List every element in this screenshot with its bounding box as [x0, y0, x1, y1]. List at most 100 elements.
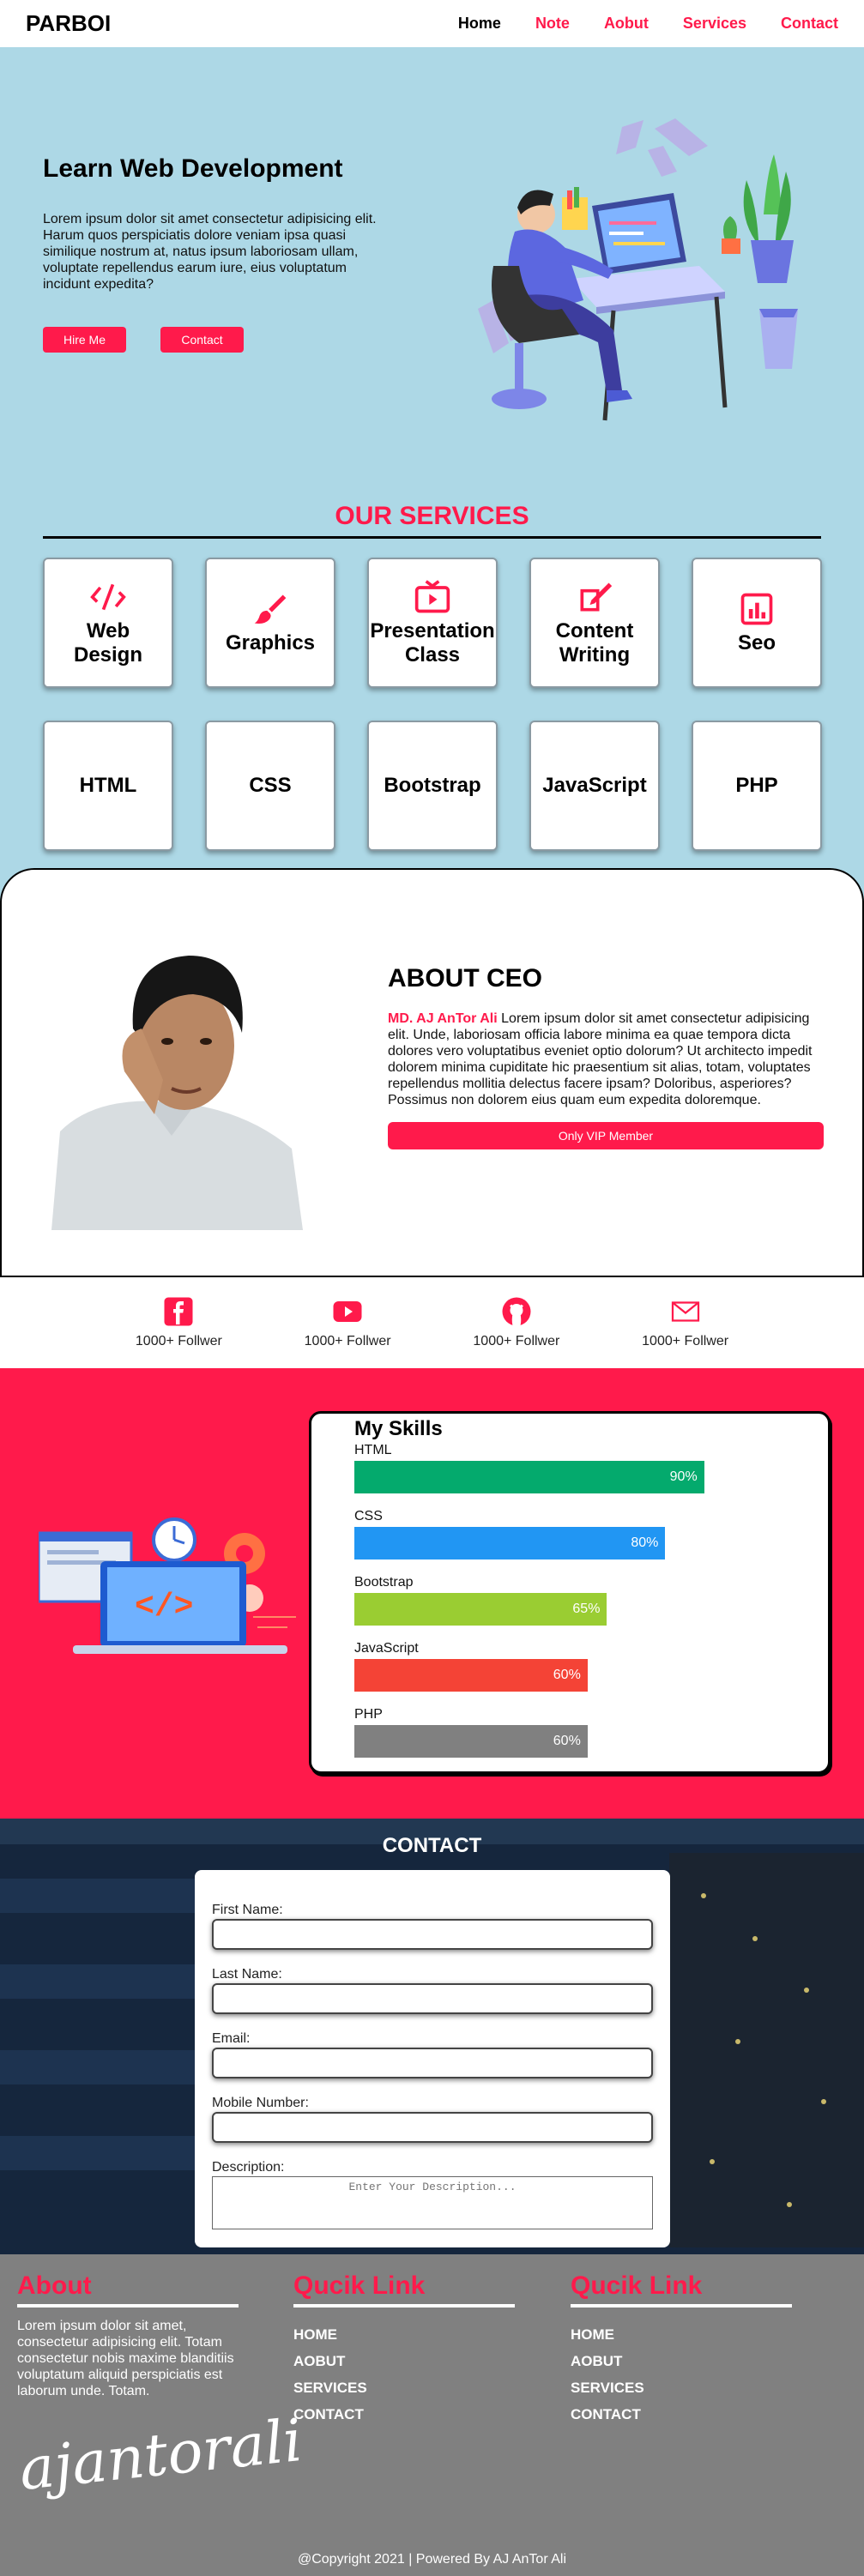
nav-services[interactable]: Services — [683, 15, 746, 33]
service-card-content-writing[interactable]: Content Writing — [529, 558, 660, 688]
skill-card-bootstrap[interactable]: Bootstrap — [367, 721, 498, 851]
first-name-group: First Name: — [212, 1903, 653, 1950]
mobile-label: Mobile Number: — [212, 2096, 309, 2110]
about-paragraph: MD. AJ AnTor Ali Lorem ipsum dolor sit a… — [388, 1010, 824, 1108]
about-title: ABOUT CEO — [388, 964, 542, 992]
service-card-presentation[interactable]: Presentation Class — [367, 558, 498, 688]
skills-panel: My Skills HTML 90% CSS 80% Bootstrap 65%… — [309, 1411, 831, 1774]
social-facebook[interactable]: 1000+ Follwer — [136, 1296, 222, 1349]
hero-title: Learn Web Development — [43, 154, 343, 183]
social-youtube[interactable]: 1000+ Follwer — [305, 1296, 391, 1349]
vip-member-button[interactable]: Only VIP Member — [388, 1122, 824, 1149]
service-label: Seo — [737, 631, 776, 655]
description-textarea[interactable] — [212, 2176, 653, 2229]
description-label: Description: — [212, 2160, 285, 2175]
footer-link-home[interactable]: HOME — [293, 2326, 515, 2344]
follower-count: 1000+ Follwer — [473, 1334, 560, 1348]
skill-php: PHP 60% — [354, 1707, 785, 1758]
ceo-name: MD. AJ AnTor Ali — [388, 1011, 498, 1026]
skill-card-css[interactable]: CSS — [205, 721, 335, 851]
skill-bar: 60% — [354, 1659, 743, 1692]
follower-count: 1000+ Follwer — [304, 1334, 391, 1348]
skill-name: HTML — [354, 1443, 392, 1457]
svg-text:</>: </> — [135, 1589, 193, 1626]
email-label: Email: — [212, 2031, 251, 2046]
nav-about[interactable]: Aobut — [604, 15, 649, 33]
social-mail[interactable]: 1000+ Follwer — [642, 1296, 728, 1349]
skill-bar: 65% — [354, 1593, 743, 1626]
hero-description: Lorem ipsum dolor sit amet consectetur a… — [43, 212, 377, 292]
footer-about-text: Lorem ipsum dolor sit amet, consectetur … — [17, 2319, 234, 2398]
skill-javascript: JavaScript 60% — [354, 1641, 785, 1692]
follower-count: 1000+ Follwer — [642, 1334, 729, 1348]
footer-quick-links-2: Qucik Link HOME AOBUT SERVICES CONTACT — [571, 2271, 792, 2423]
about-section: ABOUT CEO MD. AJ AnTor Ali Lorem ipsum d… — [0, 868, 864, 1276]
service-label: Content Writing — [555, 619, 634, 667]
last-name-group: Last Name: — [212, 1967, 653, 2014]
coding-laptop-illustration: </> — [39, 1517, 296, 1654]
footer-divider — [293, 2304, 515, 2308]
first-name-input[interactable] — [212, 1919, 653, 1950]
email-input[interactable] — [212, 2048, 653, 2078]
skill-card-javascript[interactable]: JavaScript — [529, 721, 660, 851]
footer-link-contact[interactable]: CONTACT — [293, 2406, 515, 2423]
nav-home[interactable]: Home — [458, 15, 501, 33]
footer-links-title: Qucik Link — [293, 2271, 426, 2300]
footer-link-about[interactable]: AOBUT — [293, 2353, 515, 2370]
services-title: OUR SERVICES — [335, 502, 529, 530]
description-group: Description: — [212, 2160, 653, 2234]
code-slash-icon — [90, 583, 126, 611]
service-label: Bootstrap — [384, 774, 481, 797]
skill-name: Bootstrap — [354, 1575, 414, 1590]
play-screen-icon — [414, 580, 450, 613]
contact-form: First Name: Last Name: Email: Mobile Num… — [195, 1870, 670, 2247]
footer-quick-links-1: Qucik Link HOME AOBUT SERVICES CONTACT — [293, 2271, 515, 2423]
social-bar: 1000+ Follwer 1000+ Follwer 1000+ Follwe… — [0, 1276, 864, 1368]
nav-note[interactable]: Note — [535, 15, 570, 33]
skill-bootstrap: Bootstrap 65% — [354, 1575, 785, 1626]
skill-card-html[interactable]: HTML — [43, 721, 173, 851]
footer-about: About Lorem ipsum dolor sit amet, consec… — [17, 2271, 239, 2399]
skill-name: JavaScript — [354, 1641, 419, 1656]
brush-icon — [254, 594, 287, 624]
footer-link-about[interactable]: AOBUT — [571, 2353, 792, 2370]
social-github[interactable]: 1000+ Follwer — [473, 1296, 559, 1349]
brand-logo[interactable]: PARBOI — [26, 10, 111, 37]
footer: About Lorem ipsum dolor sit amet, consec… — [0, 2254, 864, 2576]
footer-link-home[interactable]: HOME — [571, 2326, 792, 2344]
skill-html: HTML 90% — [354, 1443, 785, 1493]
service-card-web-design[interactable]: Web Design — [43, 558, 173, 688]
contact-title: CONTACT — [382, 1834, 482, 1857]
about-text: ABOUT CEO MD. AJ AnTor Ali Lorem ipsum d… — [388, 964, 824, 1149]
follower-count: 1000+ Follwer — [135, 1334, 222, 1348]
skill-bar: 80% — [354, 1527, 743, 1559]
developer-illustration — [478, 118, 798, 421]
facebook-icon — [164, 1297, 193, 1326]
skill-card-php[interactable]: PHP — [692, 721, 822, 851]
last-name-input[interactable] — [212, 1983, 653, 2014]
footer-link-services[interactable]: SERVICES — [571, 2380, 792, 2397]
mobile-input[interactable] — [212, 2112, 653, 2143]
bar-chart-icon — [740, 593, 773, 625]
service-card-seo[interactable]: Seo — [692, 558, 822, 688]
nav-contact[interactable]: Contact — [781, 15, 838, 33]
footer-link-services[interactable]: SERVICES — [293, 2380, 515, 2397]
hero-section: Learn Web Development Lorem ipsum dolor … — [0, 47, 864, 442]
service-label: JavaScript — [542, 774, 647, 797]
skills-section: </> My Skills HTML 90% CSS 80% Bootstrap… — [0, 1368, 864, 1819]
services-grid: Web Design Graphics Presentation Class C… — [43, 558, 822, 868]
skill-bar: 60% — [354, 1725, 743, 1758]
skill-bar: 90% — [354, 1461, 743, 1493]
skill-fill: 90% — [354, 1461, 704, 1493]
contact-button[interactable]: Contact — [160, 327, 244, 353]
service-card-graphics[interactable]: Graphics — [205, 558, 335, 688]
footer-link-contact[interactable]: CONTACT — [571, 2406, 792, 2423]
skill-name: CSS — [354, 1509, 383, 1523]
last-name-label: Last Name: — [212, 1967, 282, 1982]
footer-about-title: About — [17, 2271, 92, 2300]
skill-fill: 80% — [354, 1527, 666, 1559]
hire-me-button[interactable]: Hire Me — [43, 327, 126, 353]
footer-links-title: Qucik Link — [571, 2271, 703, 2300]
youtube-icon — [333, 1301, 362, 1322]
footer-divider — [17, 2304, 239, 2308]
